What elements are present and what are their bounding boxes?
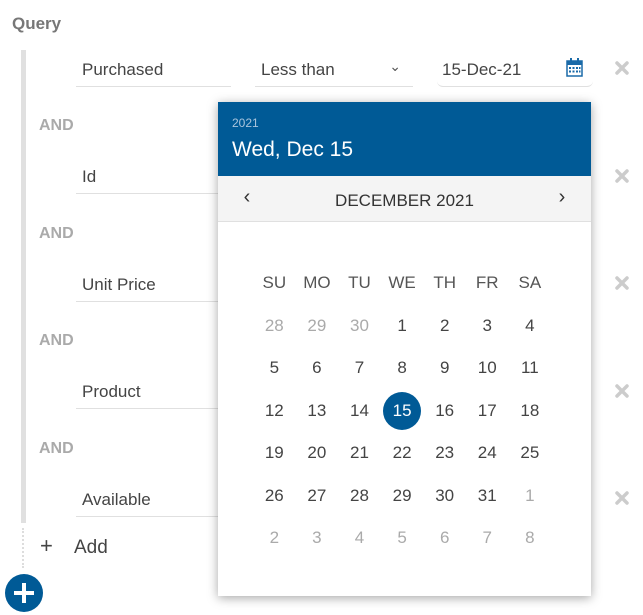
chevron-down-icon: ⌄ bbox=[389, 58, 401, 74]
calendar-day[interactable]: 4 bbox=[338, 517, 381, 560]
and-label: AND bbox=[39, 117, 74, 134]
date-input[interactable]: 15-Dec-21 bbox=[437, 52, 593, 87]
calendar-day-selected[interactable]: 15 bbox=[381, 390, 424, 433]
calendar-day[interactable]: 30 bbox=[423, 475, 466, 518]
add-condition-button[interactable]: + Add bbox=[40, 533, 108, 559]
weekday-label: TH bbox=[433, 273, 456, 292]
field-label: Unit Price bbox=[82, 275, 156, 294]
calendar-day[interactable]: 3 bbox=[296, 517, 339, 560]
calendar-icon[interactable] bbox=[566, 58, 583, 77]
condition-field-select[interactable]: Product bbox=[76, 374, 231, 409]
datepicker-header: 2021 Wed, Dec 15 bbox=[218, 102, 591, 176]
weekday-label: SA bbox=[518, 273, 542, 292]
and-label: AND bbox=[39, 225, 74, 242]
field-label: Id bbox=[82, 167, 97, 186]
operator-value: Less than bbox=[261, 60, 335, 79]
weekday-label: SU bbox=[262, 273, 287, 292]
next-month-button[interactable]: › bbox=[550, 186, 574, 210]
weekday-label: WE bbox=[388, 273, 416, 292]
calendar-day[interactable]: 27 bbox=[296, 475, 339, 518]
calendar-day[interactable]: 24 bbox=[466, 432, 509, 475]
calendar-day[interactable]: 8 bbox=[381, 347, 424, 390]
close-icon[interactable] bbox=[615, 61, 629, 75]
operator-select[interactable]: Less than ⌄ bbox=[255, 52, 413, 87]
calendar-day[interactable]: 4 bbox=[509, 305, 552, 348]
calendar-grid: SU MO TU WE TH FR SA 28 29 30 1 2 3 4 5 6 7 8 9 10 11 12 13 14 1… bbox=[253, 262, 553, 560]
add-label: Add bbox=[74, 537, 108, 558]
calendar-week-row: 5 6 7 8 9 10 11 bbox=[253, 347, 553, 390]
calendar-day[interactable]: 21 bbox=[338, 432, 381, 475]
field-label: Available bbox=[82, 490, 151, 509]
calendar-week-row: 26 27 28 29 30 31 1 bbox=[253, 475, 553, 518]
field-label: Purchased bbox=[82, 60, 164, 79]
and-label: AND bbox=[39, 332, 74, 349]
calendar-day[interactable]: 16 bbox=[423, 390, 466, 433]
calendar-week-row: 19 20 21 22 23 24 25 bbox=[253, 432, 553, 475]
calendar-day[interactable]: 12 bbox=[253, 390, 296, 433]
calendar-day[interactable]: 20 bbox=[296, 432, 339, 475]
weekday-label: MO bbox=[303, 273, 331, 292]
query-title: Query bbox=[12, 14, 62, 33]
calendar-day[interactable]: 9 bbox=[423, 347, 466, 390]
calendar-day[interactable]: 29 bbox=[296, 305, 339, 348]
calendar-day[interactable]: 25 bbox=[509, 432, 552, 475]
tree-connector bbox=[22, 528, 24, 568]
datepicker-popup: 2021 Wed, Dec 15 ‹ DECEMBER 2021 › SU MO T… bbox=[218, 102, 591, 596]
calendar-day[interactable]: 13 bbox=[296, 390, 339, 433]
calendar-day[interactable]: 31 bbox=[466, 475, 509, 518]
month-label[interactable]: DECEMBER 2021 bbox=[218, 191, 591, 211]
plus-icon: + bbox=[40, 533, 53, 558]
calendar-day[interactable]: 23 bbox=[423, 432, 466, 475]
calendar-day[interactable]: 7 bbox=[338, 347, 381, 390]
calendar-day[interactable]: 18 bbox=[509, 390, 552, 433]
calendar-day[interactable]: 3 bbox=[466, 305, 509, 348]
tree-line bbox=[21, 50, 26, 523]
calendar-day[interactable]: 2 bbox=[253, 517, 296, 560]
calendar-day[interactable]: 29 bbox=[381, 475, 424, 518]
calendar-day[interactable]: 6 bbox=[296, 347, 339, 390]
calendar-day[interactable]: 1 bbox=[509, 475, 552, 518]
calendar-day[interactable]: 1 bbox=[381, 305, 424, 348]
calendar-day[interactable]: 7 bbox=[466, 517, 509, 560]
add-group-button[interactable] bbox=[5, 574, 43, 612]
condition-field-select[interactable]: Available bbox=[76, 482, 231, 517]
close-icon[interactable] bbox=[615, 169, 629, 183]
calendar-day[interactable]: 14 bbox=[338, 390, 381, 433]
close-icon[interactable] bbox=[615, 491, 629, 505]
day-number: 15 bbox=[392, 400, 412, 420]
and-label: AND bbox=[39, 440, 74, 457]
date-value: 15-Dec-21 bbox=[442, 60, 522, 79]
condition-field-select[interactable]: Purchased bbox=[76, 52, 231, 87]
calendar-week-row: 28 29 30 1 2 3 4 bbox=[253, 305, 553, 348]
calendar-day[interactable]: 5 bbox=[253, 347, 296, 390]
calendar-day[interactable]: 19 bbox=[253, 432, 296, 475]
condition-field-select[interactable]: Id bbox=[76, 159, 231, 194]
calendar-day[interactable]: 22 bbox=[381, 432, 424, 475]
calendar-day[interactable]: 11 bbox=[509, 347, 552, 390]
calendar-day[interactable]: 5 bbox=[381, 517, 424, 560]
calendar-day[interactable]: 30 bbox=[338, 305, 381, 348]
calendar-day[interactable]: 17 bbox=[466, 390, 509, 433]
calendar-day[interactable]: 26 bbox=[253, 475, 296, 518]
calendar-week-row: 12 13 14 15 16 17 18 bbox=[253, 390, 553, 433]
calendar-week-row: 2345678 bbox=[253, 517, 553, 560]
weekday-label: FR bbox=[475, 273, 499, 292]
condition-field-select[interactable]: Unit Price bbox=[76, 267, 231, 302]
selected-date-label: Wed, Dec 15 bbox=[232, 138, 354, 161]
weekday-label: TU bbox=[348, 273, 371, 292]
calendar-day[interactable]: 10 bbox=[466, 347, 509, 390]
close-icon[interactable] bbox=[615, 276, 629, 290]
calendar-day[interactable]: 2 bbox=[423, 305, 466, 348]
calendar-day[interactable]: 6 bbox=[423, 517, 466, 560]
field-label: Product bbox=[82, 382, 141, 401]
calendar-day[interactable]: 8 bbox=[509, 517, 552, 560]
month-navigation: ‹ DECEMBER 2021 › bbox=[218, 176, 591, 222]
calendar-day[interactable]: 28 bbox=[338, 475, 381, 518]
close-icon[interactable] bbox=[615, 384, 629, 398]
year-button[interactable]: 2021 bbox=[232, 116, 259, 130]
weekday-header-row: SU MO TU WE TH FR SA bbox=[253, 262, 553, 305]
calendar-day[interactable]: 28 bbox=[253, 305, 296, 348]
